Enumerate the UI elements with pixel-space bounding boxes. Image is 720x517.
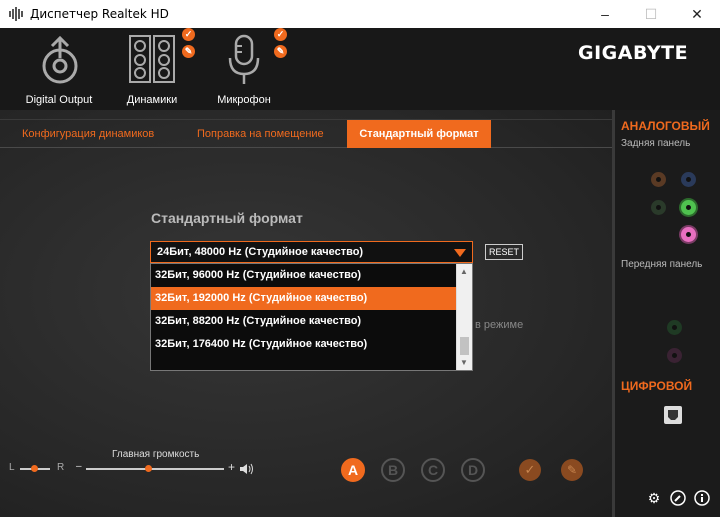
rear-jack-pink[interactable]: [681, 227, 696, 242]
device-label: Микрофон: [217, 94, 271, 106]
master-volume-slider[interactable]: [86, 468, 224, 470]
format-dropdown[interactable]: 24Бит, 48000 Hz (Студийное качество): [150, 241, 473, 263]
check-badge-icon: ✓: [182, 28, 195, 41]
dropdown-option[interactable]: 32Бит, 176400 Hz (Студийное качество): [151, 333, 456, 356]
front-jack-green[interactable]: [667, 320, 682, 335]
balance-right-label: R: [57, 462, 65, 473]
main-panel: Конфигурация динамиков Поправка на помещ…: [0, 110, 612, 517]
wrench-settings-icon[interactable]: [670, 490, 686, 506]
wrench-icon[interactable]: ✎: [561, 459, 583, 481]
chevron-down-icon: [454, 249, 466, 257]
rear-panel-label: Задняя панель: [621, 138, 691, 149]
gear-icon[interactable]: ⚙: [646, 490, 662, 506]
speaker-app-icon: [8, 6, 24, 25]
device-label: Динамики: [126, 94, 178, 106]
rear-jack-blue[interactable]: [681, 172, 696, 187]
balance-slider-knob[interactable]: [31, 465, 38, 472]
front-panel-label: Передняя панель: [621, 259, 703, 270]
section-title: Стандартный формат: [151, 210, 303, 226]
digital-output-icon: [38, 34, 82, 89]
digital-title: ЦИФРОВОЙ: [621, 379, 693, 393]
hidden-description-text: в режиме: [475, 319, 524, 331]
master-volume-knob[interactable]: [145, 465, 152, 472]
dropdown-value: 24Бит, 48000 Hz (Студийное качество): [157, 246, 364, 258]
balance-left-label: L: [9, 462, 15, 473]
volume-label: Главная громкость: [112, 449, 200, 460]
device-digital-output[interactable]: Digital Output: [18, 32, 100, 112]
scroll-down-icon[interactable]: ▼: [460, 358, 468, 367]
dropdown-option-highlighted[interactable]: 32Бит, 192000 Hz (Студийное качество): [151, 287, 456, 310]
effect-d-button[interactable]: D: [461, 458, 485, 482]
dropdown-option[interactable]: 32Бит, 88200 Hz (Студийное качество): [151, 310, 456, 333]
tab-default-format[interactable]: Стандартный формат: [347, 120, 491, 148]
microphone-icon: [226, 34, 262, 89]
speaker-volume-icon[interactable]: [239, 462, 255, 480]
check-icon[interactable]: ✓: [519, 459, 541, 481]
check-badge-icon: ✓: [274, 28, 287, 41]
rear-jack-orange[interactable]: [651, 172, 666, 187]
close-button[interactable]: ✕: [674, 0, 720, 28]
volume-plus-icon[interactable]: +: [228, 460, 235, 474]
rear-jack-green[interactable]: [681, 200, 696, 215]
format-dropdown-list: 32Бит, 96000 Hz (Студийное качество) 32Б…: [150, 263, 473, 371]
gigabyte-logo: GIGABYTE: [578, 42, 689, 64]
dropdown-scrollbar[interactable]: ▲ ▼: [456, 264, 472, 370]
device-header: Digital Output Динамики ✓ ✎ Микрофон ✓ ✎…: [0, 28, 720, 114]
effect-c-button[interactable]: C: [421, 458, 445, 482]
spdif-port-icon[interactable]: [663, 405, 683, 430]
effect-b-button[interactable]: B: [381, 458, 405, 482]
window-title: Диспетчер Realtek HD: [30, 7, 169, 21]
maximize-button[interactable]: ☐: [628, 0, 674, 28]
scrollbar-thumb[interactable]: [460, 337, 469, 355]
settings-badge-icon: ✎: [182, 45, 195, 58]
settings-badge-icon: ✎: [274, 45, 287, 58]
device-microphone[interactable]: Микрофон: [206, 32, 282, 112]
minimize-button[interactable]: –: [582, 0, 628, 28]
speakers-icon: [128, 34, 176, 89]
tab-speaker-config[interactable]: Конфигурация динамиков: [14, 120, 162, 148]
effect-a-button[interactable]: A: [341, 458, 365, 482]
rear-jack-black[interactable]: [651, 200, 666, 215]
info-icon[interactable]: [694, 490, 710, 506]
tab-bar: Конфигурация динамиков Поправка на помещ…: [0, 119, 612, 148]
device-label: Digital Output: [25, 94, 93, 106]
front-jack-pink[interactable]: [667, 348, 682, 363]
dropdown-option[interactable]: 32Бит, 96000 Hz (Студийное качество): [151, 264, 456, 287]
device-speakers[interactable]: Динамики: [112, 32, 192, 114]
title-bar: Диспетчер Realtek HD – ☐ ✕: [0, 0, 720, 28]
connector-sidebar: АНАЛОГОВЫЙ Задняя панель Передняя панель…: [612, 110, 720, 517]
tab-room-correction[interactable]: Поправка на помещение: [189, 120, 332, 148]
analog-title: АНАЛОГОВЫЙ: [621, 119, 710, 133]
scroll-up-icon[interactable]: ▲: [460, 267, 468, 276]
volume-minus-icon[interactable]: –: [76, 461, 82, 472]
reset-button[interactable]: RESET: [485, 244, 524, 260]
